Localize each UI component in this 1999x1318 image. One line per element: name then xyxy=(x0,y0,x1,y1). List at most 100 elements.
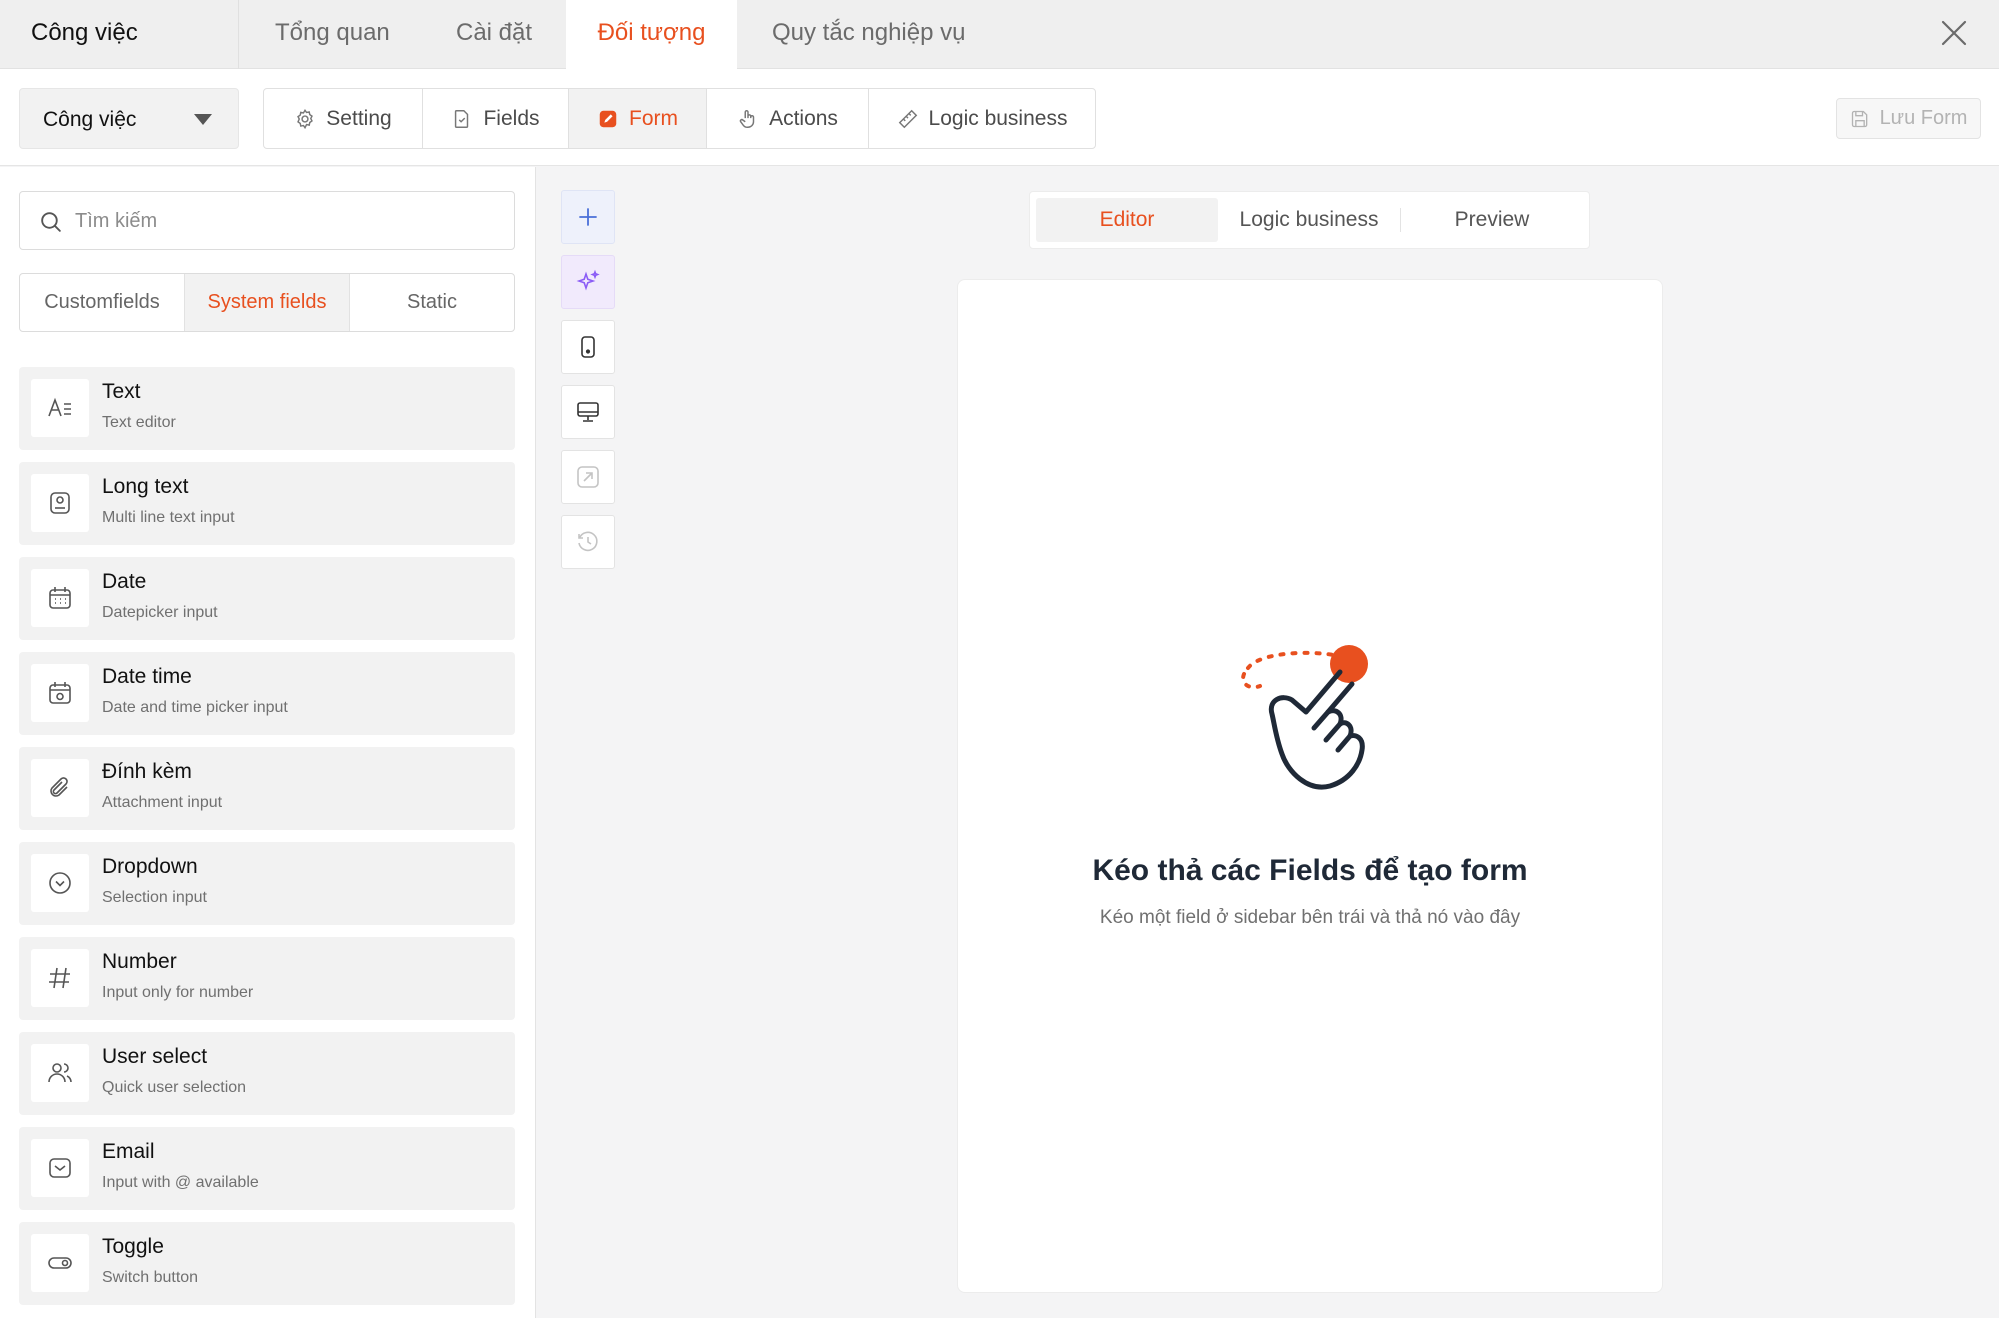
hash-icon xyxy=(49,967,70,989)
plus-icon xyxy=(579,208,597,226)
add-field-button[interactable] xyxy=(561,190,615,244)
fields-sidebar: Customfields System fields Static Text T… xyxy=(0,167,536,1318)
field-desc: Switch button xyxy=(102,1269,199,1286)
paperclip-icon xyxy=(50,777,68,797)
segment-fields-label: Fields xyxy=(483,106,540,130)
field-desc: Input only for number xyxy=(102,984,254,1001)
field-item-text[interactable]: Text Text editor xyxy=(19,367,515,450)
tab-preview[interactable]: Preview xyxy=(1401,198,1583,242)
save-form-button[interactable]: Lưu Form xyxy=(1836,98,1981,139)
tab-doi-tuong[interactable]: Đối tượng xyxy=(566,0,737,69)
segment-actions-label: Actions xyxy=(769,106,838,130)
field-item-long-text[interactable]: Long text Multi line text input xyxy=(19,462,515,545)
long-text-icon xyxy=(50,492,70,514)
segment-actions[interactable]: Actions xyxy=(707,89,869,148)
toggle-icon xyxy=(48,1257,72,1269)
file-check-icon xyxy=(455,109,469,128)
calendar-icon xyxy=(49,587,71,609)
field-name: Long text xyxy=(102,475,189,498)
empty-state-subtitle: Kéo một field ở sidebar bên trái và thả … xyxy=(1099,907,1521,928)
field-desc: Attachment input xyxy=(102,794,223,811)
mobile-view-button[interactable] xyxy=(561,320,615,374)
chevron-circle-icon xyxy=(49,872,71,894)
tab-static[interactable]: Static xyxy=(350,274,514,331)
segment-fields[interactable]: Fields xyxy=(423,89,569,148)
desktop-icon xyxy=(577,402,599,422)
segment-logic-business-label: Logic business xyxy=(928,106,1068,130)
save-form-label: Lưu Form xyxy=(1879,107,1968,129)
empty-state-title: Kéo thả các Fields để tạo form xyxy=(1092,854,1528,887)
field-name: User select xyxy=(102,1045,208,1068)
field-name: Number xyxy=(102,950,177,973)
field-name: Date xyxy=(102,570,147,593)
history-button[interactable] xyxy=(561,515,615,569)
sparkle-icon xyxy=(576,269,600,291)
field-desc: Selection input xyxy=(102,889,207,906)
close-icon xyxy=(1941,20,1967,46)
tab-customfields[interactable]: Customfields xyxy=(20,274,185,331)
caret-down-icon xyxy=(194,114,212,125)
ai-generate-button[interactable] xyxy=(561,255,615,309)
ruler-icon xyxy=(898,109,917,128)
search-input[interactable] xyxy=(75,202,495,240)
tab-system-fields[interactable]: System fields xyxy=(185,274,350,331)
field-item-email[interactable]: Email Input with @ available xyxy=(19,1127,515,1210)
field-name: Đính kèm xyxy=(102,760,192,783)
field-desc: Text editor xyxy=(102,414,176,431)
field-name: Date time xyxy=(102,665,192,688)
field-item-date-time[interactable]: Date time Date and time picker input xyxy=(19,652,515,735)
field-name: Toggle xyxy=(102,1235,164,1258)
tab-quy-tac-nghiep-vu[interactable]: Quy tắc nghiệp vụ xyxy=(772,0,965,69)
users-icon xyxy=(48,1063,72,1083)
history-icon xyxy=(578,531,598,552)
calendar-clock-icon xyxy=(49,682,71,704)
close-button[interactable] xyxy=(1937,16,1971,50)
field-name: Email xyxy=(102,1140,155,1163)
drag-hand-icon xyxy=(1241,645,1368,790)
field-desc: Datepicker input xyxy=(102,604,218,621)
editor-tabs: Editor Logic business Preview xyxy=(1029,191,1590,249)
segment-form[interactable]: Form xyxy=(569,89,707,148)
toolbar: Công việc Setting Fields Form Actions Lo… xyxy=(0,69,1999,166)
edit-icon xyxy=(599,110,617,127)
field-item-user-select[interactable]: User select Quick user selection xyxy=(19,1032,515,1115)
field-list: Text Text editor Long text Multi line te… xyxy=(19,367,515,1317)
save-icon xyxy=(1851,110,1867,127)
object-select-value: Công việc xyxy=(43,108,137,131)
field-item-toggle[interactable]: Toggle Switch button xyxy=(19,1222,515,1305)
field-desc: Multi line text input xyxy=(102,509,235,526)
segment-form-label: Form xyxy=(629,106,678,130)
segment-setting[interactable]: Setting xyxy=(264,89,423,148)
pointer-hand-icon xyxy=(739,109,755,128)
field-desc: Input with @ available xyxy=(102,1174,259,1191)
segment-logic-business[interactable]: Logic business xyxy=(869,89,1095,148)
tab-tong-quan[interactable]: Tổng quan xyxy=(275,0,390,69)
segment-setting-label: Setting xyxy=(326,106,392,130)
open-external-button[interactable] xyxy=(561,450,615,504)
app-title: Công việc xyxy=(31,0,239,69)
field-name: Text xyxy=(102,380,141,403)
field-item-number[interactable]: Number Input only for number xyxy=(19,937,515,1020)
field-item-dropdown[interactable]: Dropdown Selection input xyxy=(19,842,515,925)
field-type-tabs: Customfields System fields Static xyxy=(19,273,515,332)
mobile-icon xyxy=(581,336,595,358)
gear-icon xyxy=(297,108,314,129)
canvas-tools xyxy=(561,190,615,580)
search-icon xyxy=(41,212,61,232)
tab-logic-business[interactable]: Logic business xyxy=(1218,198,1400,242)
field-desc: Date and time picker input xyxy=(102,699,288,716)
external-link-icon xyxy=(577,466,599,488)
search-box xyxy=(19,191,515,250)
form-canvas[interactable]: Kéo thả các Fields để tạo form Kéo một f… xyxy=(957,279,1663,1293)
desktop-view-button[interactable] xyxy=(561,385,615,439)
object-select[interactable]: Công việc xyxy=(19,88,239,149)
field-item-date[interactable]: Date Datepicker input xyxy=(19,557,515,640)
field-name: Dropdown xyxy=(102,855,198,878)
top-tab-bar: Công việc Tổng quan Cài đặt Đối tượng Qu… xyxy=(0,0,1999,69)
field-item-attachment[interactable]: Đính kèm Attachment input xyxy=(19,747,515,830)
mail-icon xyxy=(49,1158,71,1178)
tab-editor[interactable]: Editor xyxy=(1036,198,1218,242)
form-mode-segments: Setting Fields Form Actions Logic busine… xyxy=(263,88,1096,149)
text-icon xyxy=(48,397,71,417)
tab-cai-dat[interactable]: Cài đặt xyxy=(456,0,532,69)
